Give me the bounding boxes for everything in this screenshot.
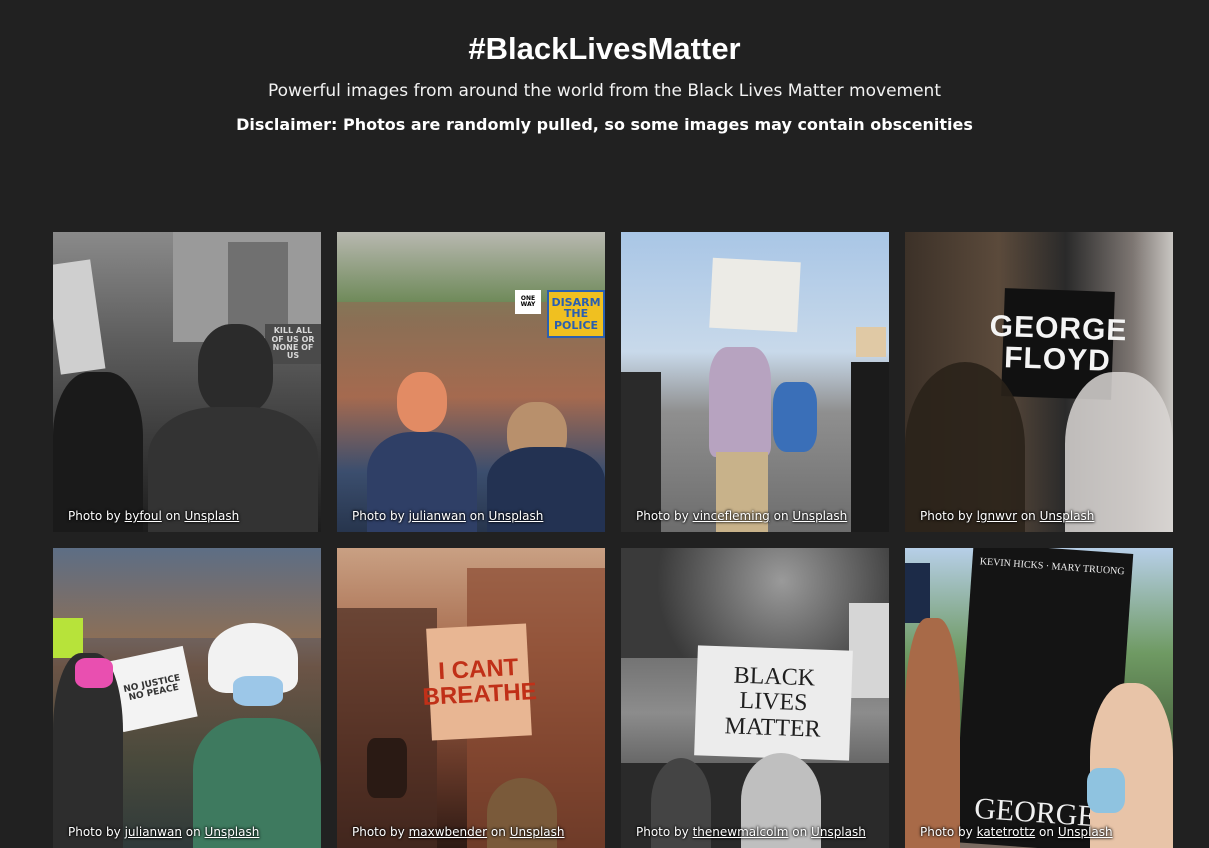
photo-credit: Photo by lgnwvr on Unsplash — [920, 509, 1095, 523]
unsplash-link[interactable]: Unsplash — [205, 825, 260, 839]
photo-card[interactable]: I CANT BREATHE Photo by maxwbender on Un… — [337, 548, 605, 848]
photo-card[interactable]: GEORGE FLOYD Photo by lgnwvr on Unsplash — [905, 232, 1173, 532]
photo-credit: Photo by byfoul on Unsplash — [68, 509, 240, 523]
photo-card[interactable]: NO JUSTICE NO PEACE Photo by julianwan o… — [53, 548, 321, 848]
unsplash-link[interactable]: Unsplash — [489, 509, 544, 523]
protest-photo: KILL ALL OF US OR NONE OF US — [53, 232, 321, 532]
protest-photo: GEORGE FLOYD — [905, 232, 1173, 532]
photo-card[interactable]: KEVIN HICKS · MARY TRUONG GEORGE Photo b… — [905, 548, 1173, 848]
page-title: #BlackLivesMatter — [468, 31, 741, 66]
protest-photo — [621, 232, 889, 532]
protest-sign: I CANT BREATHE — [422, 623, 537, 741]
disclaimer-text: Disclaimer: Photos are randomly pulled, … — [236, 115, 973, 134]
photo-gallery: KILL ALL OF US OR NONE OF US Photo by by… — [53, 232, 1173, 848]
photo-card[interactable]: DISARM THE POLICE ONE WAY Photo by julia… — [337, 232, 605, 532]
author-link[interactable]: julianwan — [125, 825, 182, 839]
unsplash-link[interactable]: Unsplash — [1058, 825, 1113, 839]
photo-credit: Photo by vincefleming on Unsplash — [636, 509, 848, 523]
protest-sign: BLACK LIVES MATTER — [694, 645, 853, 761]
unsplash-link[interactable]: Unsplash — [184, 509, 239, 523]
photo-card[interactable]: Photo by vincefleming on Unsplash — [621, 232, 889, 532]
protest-photo: BLACK LIVES MATTER — [621, 548, 889, 848]
unsplash-link[interactable]: Unsplash — [811, 825, 866, 839]
photo-card[interactable]: BLACK LIVES MATTER Photo by thenewmalcol… — [621, 548, 889, 848]
photo-card[interactable]: KILL ALL OF US OR NONE OF US Photo by by… — [53, 232, 321, 532]
unsplash-link[interactable]: Unsplash — [510, 825, 565, 839]
protest-photo: NO JUSTICE NO PEACE — [53, 548, 321, 848]
page-subtitle: Powerful images from around the world fr… — [267, 81, 941, 101]
author-link[interactable]: julianwan — [409, 509, 466, 523]
photo-credit: Photo by katetrottz on Unsplash — [920, 825, 1113, 839]
protest-photo: I CANT BREATHE — [337, 548, 605, 848]
author-link[interactable]: katetrottz — [977, 825, 1036, 839]
author-link[interactable]: thenewmalcolm — [693, 825, 789, 839]
unsplash-link[interactable]: Unsplash — [1040, 509, 1095, 523]
street-sign: ONE WAY — [515, 290, 541, 314]
photo-credit: Photo by maxwbender on Unsplash — [352, 825, 565, 839]
author-link[interactable]: maxwbender — [409, 825, 488, 839]
protest-photo: DISARM THE POLICE ONE WAY — [337, 232, 605, 532]
unsplash-link[interactable]: Unsplash — [792, 509, 847, 523]
protest-sign: KILL ALL OF US OR NONE OF US — [265, 324, 321, 364]
protest-sign: DISARM THE POLICE — [547, 290, 605, 338]
author-link[interactable]: vincefleming — [693, 509, 770, 523]
author-link[interactable]: byfoul — [125, 509, 162, 523]
photo-credit: Photo by julianwan on Unsplash — [352, 509, 544, 523]
protest-photo: KEVIN HICKS · MARY TRUONG GEORGE — [905, 548, 1173, 848]
author-link[interactable]: lgnwvr — [977, 509, 1017, 523]
photo-credit: Photo by julianwan on Unsplash — [68, 825, 260, 839]
photo-credit: Photo by thenewmalcolm on Unsplash — [636, 825, 866, 839]
